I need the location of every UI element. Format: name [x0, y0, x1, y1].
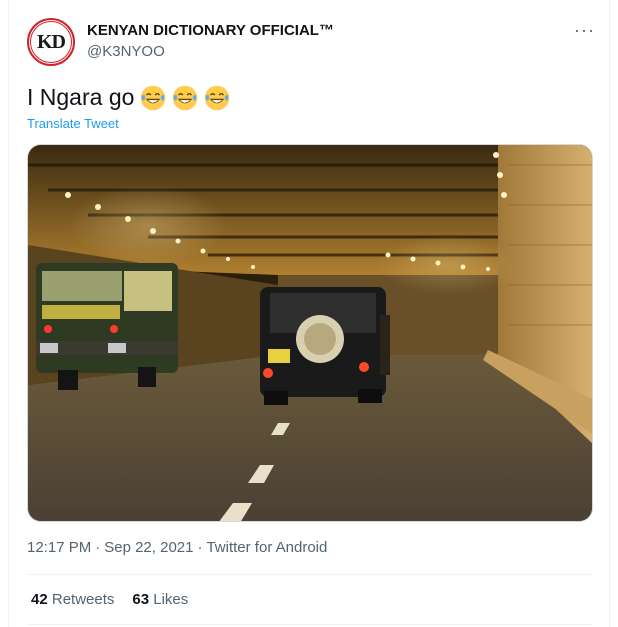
likes-label: Likes	[153, 591, 189, 608]
likes-count: 63	[132, 591, 150, 608]
more-options-button[interactable]: ···	[574, 20, 595, 41]
engagement-stats: 42 Retweets 63 Likes	[31, 591, 188, 608]
face-with-tears-of-joy-icon	[141, 85, 166, 110]
retweets-stat[interactable]: 42 Retweets	[31, 591, 114, 608]
face-with-tears-of-joy-icon	[173, 85, 198, 110]
tweet-photo[interactable]	[27, 144, 593, 522]
tweet-text-content: I Ngara go	[27, 84, 135, 110]
user-handle[interactable]: @K3NYOO	[87, 43, 165, 60]
retweets-count: 42	[31, 591, 48, 608]
divider	[27, 574, 593, 575]
likes-stat[interactable]: 63 Likes	[132, 591, 188, 608]
tweet-text: I Ngara go	[27, 84, 230, 111]
tweet-timestamp: 12:17 PM · Sep 22, 2021 · Twitter for An…	[27, 539, 327, 556]
avatar-ring: KD	[30, 21, 72, 63]
separator-dot: ·	[197, 539, 203, 556]
tweet-source[interactable]: Twitter for Android	[206, 539, 327, 556]
divider	[27, 624, 593, 625]
avatar-initials: KD	[37, 30, 66, 53]
avatar[interactable]: KD	[27, 18, 75, 66]
separator-dot: ·	[95, 539, 101, 556]
tunnel-photo-illustration	[28, 145, 592, 521]
tweet-date[interactable]: Sep 22, 2021	[104, 539, 193, 556]
display-name[interactable]: KENYAN DICTIONARY OFFICIAL™	[87, 22, 334, 39]
tweet-card: KD KENYAN DICTIONARY OFFICIAL™ @K3NYOO ·…	[8, 0, 610, 627]
translate-tweet-link[interactable]: Translate Tweet	[27, 116, 119, 131]
tweet-time[interactable]: 12:17 PM	[27, 539, 91, 556]
face-with-tears-of-joy-icon	[205, 85, 230, 110]
retweets-label: Retweets	[51, 591, 115, 608]
